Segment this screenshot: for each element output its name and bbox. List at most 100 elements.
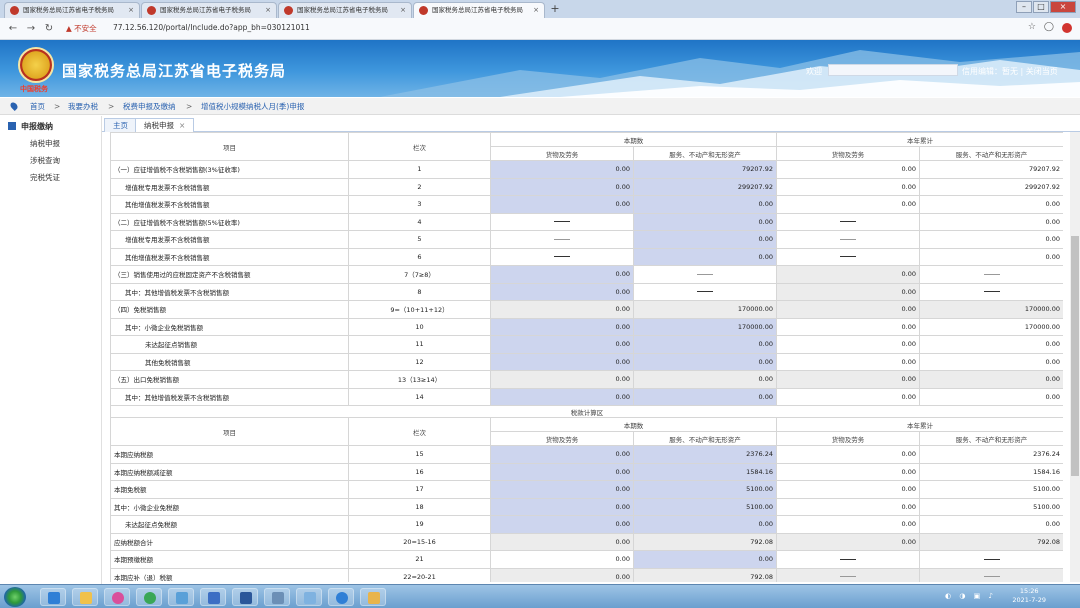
amount-cell[interactable]: 0.00	[490, 497, 634, 516]
amount-cell[interactable]: 0.00	[490, 195, 634, 214]
amount-cell[interactable]: 0.00	[633, 387, 777, 406]
amount-cell[interactable]: 0.00	[490, 387, 634, 406]
tab-home[interactable]: 主页	[104, 118, 137, 132]
taskbar-screen-icon[interactable]	[264, 588, 290, 606]
address-bar: ← → ↻ ▲ 不安全 77.12.56.120/portal/Include.…	[0, 18, 1080, 40]
row-item-name: 本期预缴税额	[110, 550, 349, 569]
row-line-number: 16	[348, 462, 491, 481]
header-user-links[interactable]: 信用编辑：暂无 | 关闭当页	[962, 66, 1058, 77]
amount-cell[interactable]: 0.00	[490, 265, 634, 284]
close-window-icon[interactable]: ×	[1050, 1, 1076, 13]
amount-cell[interactable]: 0.00	[633, 195, 777, 214]
taskbar-chrome-icon[interactable]	[136, 588, 162, 606]
maximize-icon[interactable]: □	[1033, 1, 1049, 13]
forward-arrow-icon[interactable]: →	[24, 22, 38, 36]
amount-cell[interactable]: 0.00	[633, 212, 777, 231]
close-tab-icon[interactable]: ×	[128, 3, 134, 18]
amount-cell[interactable]: 0.00	[490, 335, 634, 354]
amount-cell: 1584.16	[919, 462, 1063, 481]
amount-cell: 0.00	[919, 195, 1063, 214]
url-field[interactable]: 77.12.56.120/portal/Include.do?app_bh=03…	[113, 23, 310, 32]
taskbar-media-icon[interactable]	[104, 588, 130, 606]
amount-cell[interactable]: 0.00	[490, 160, 634, 179]
amount-cell[interactable]: 2376.24	[633, 445, 777, 464]
amount-cell[interactable]: 0.00	[633, 352, 777, 371]
row-item-name: 其他免税销售额	[110, 352, 349, 371]
row-line-number: 7（7≥8）	[348, 265, 491, 284]
sidebar-item-declaration[interactable]: 纳税申报	[30, 138, 60, 149]
amount-cell[interactable]: 0.00	[490, 445, 634, 464]
row-item-name: 其中：小微企业免税额	[110, 497, 349, 516]
amount-cell[interactable]: 0.00	[490, 352, 634, 371]
welcome-label: 欢迎	[806, 67, 822, 76]
taskbar-app-icon[interactable]	[200, 588, 226, 606]
system-tray-icons[interactable]: ◐ ◑ ▣ ♪	[945, 592, 996, 600]
amount-cell[interactable]: 0.00	[633, 550, 777, 569]
sidebar-item-certificate[interactable]: 完税凭证	[30, 172, 60, 183]
vertical-scrollbar[interactable]	[1070, 132, 1080, 582]
taskbar-clock[interactable]: 15:26 2021-7-29	[1012, 587, 1046, 605]
amount-cell[interactable]: 5100.00	[633, 497, 777, 516]
taskbar-word-icon[interactable]	[232, 588, 258, 606]
breadcrumb-home[interactable]: 首页	[30, 98, 45, 115]
amount-cell[interactable]: 0.00	[633, 247, 777, 266]
emblem-caption: 中国税务	[20, 85, 48, 93]
amount-cell: 0.00	[633, 370, 777, 389]
close-tab-icon[interactable]: ×	[400, 3, 406, 18]
browser-tab-1[interactable]: 国家税务总局江苏省电子税务局 ×	[4, 2, 140, 18]
close-tab-icon[interactable]: ×	[179, 121, 185, 130]
close-tab-icon[interactable]: ×	[265, 3, 271, 18]
taskbar-ie-icon[interactable]	[40, 588, 66, 606]
amount-cell[interactable]: 0.00	[490, 480, 634, 499]
browser-tab-4-active[interactable]: 国家税务总局江苏省电子税务局 ×	[413, 2, 545, 18]
table-row: （五）出口免税销售额 13（13≥14） 0.00 0.00 0.00 0.00	[110, 370, 1063, 389]
amount-cell[interactable]: 170000.00	[633, 317, 777, 336]
breadcrumb-declaration[interactable]: 税费申报及缴纳	[123, 98, 176, 115]
profile-icon[interactable]: ◯	[1044, 22, 1054, 33]
amount-cell[interactable]: 0.00	[490, 462, 634, 481]
dash-mark	[840, 238, 856, 240]
table-row: 本期应补（退）税额 22=20-21 0.00 792.08	[110, 567, 1063, 582]
amount-cell[interactable]: 0.00	[490, 317, 634, 336]
browser-tab-title: 国家税务总局江苏省电子税务局	[432, 6, 523, 14]
amount-cell: 792.08	[633, 567, 777, 582]
amount-cell[interactable]: 79207.92	[633, 160, 777, 179]
dash-mark	[840, 576, 856, 578]
reload-icon[interactable]: ↻	[42, 22, 56, 36]
taskbar-ie-2-icon[interactable]	[328, 588, 354, 606]
address-bar-actions: ☆ ◯	[1028, 22, 1072, 33]
amount-cell[interactable]: 0.00	[490, 515, 634, 534]
sidebar-item-query[interactable]: 涉税查询	[30, 155, 60, 166]
dash-mark	[983, 558, 1000, 560]
amount-cell[interactable]: 1584.16	[633, 462, 777, 481]
back-arrow-icon[interactable]: ←	[6, 22, 20, 36]
amount-cell[interactable]: 0.00	[490, 177, 634, 196]
browser-tab-2[interactable]: 国家税务总局江苏省电子税务局 ×	[141, 2, 277, 18]
amount-cell[interactable]: 299207.92	[633, 177, 777, 196]
minimize-icon[interactable]: –	[1016, 1, 1032, 13]
tab-tax-declaration[interactable]: 纳税申报 ×	[135, 118, 195, 132]
taskbar-tool-icon[interactable]	[296, 588, 322, 606]
close-tab-icon[interactable]: ×	[533, 3, 539, 18]
amount-cell[interactable]: 0.00	[633, 230, 777, 249]
browser-tab-3[interactable]: 国家税务总局江苏省电子税务局 ×	[278, 2, 412, 18]
extension-record-icon[interactable]	[1062, 23, 1072, 33]
taskbar-edit-icon[interactable]	[360, 588, 386, 606]
start-button-icon[interactable]	[4, 587, 26, 607]
taskbar-folder-icon[interactable]	[72, 588, 98, 606]
scrollbar-thumb[interactable]	[1071, 236, 1079, 476]
taskbar-window-icon[interactable]	[168, 588, 194, 606]
row-item-name: 增值税专用发票不含税销售额	[110, 230, 349, 249]
amount-cell[interactable]: 0.00	[633, 335, 777, 354]
table-row: 其他增值税发票不含税销售额 3 0.00 0.00 0.00 0.00	[110, 195, 1063, 214]
amount-cell[interactable]: 0.00	[490, 282, 634, 301]
insecure-warning[interactable]: ▲ 不安全	[66, 23, 97, 34]
new-tab-button[interactable]: +	[548, 3, 562, 16]
breadcrumb-tax-handling[interactable]: 我要办税	[68, 98, 98, 115]
amount-cell[interactable]: 0.00	[633, 515, 777, 534]
header-goods: 货物及劳务	[776, 431, 920, 446]
amount-cell: 79207.92	[919, 160, 1063, 179]
bookmark-star-icon[interactable]: ☆	[1028, 22, 1036, 33]
amount-cell[interactable]: 5100.00	[633, 480, 777, 499]
row-item-name: 其中：小微企业免税销售额	[110, 317, 349, 336]
